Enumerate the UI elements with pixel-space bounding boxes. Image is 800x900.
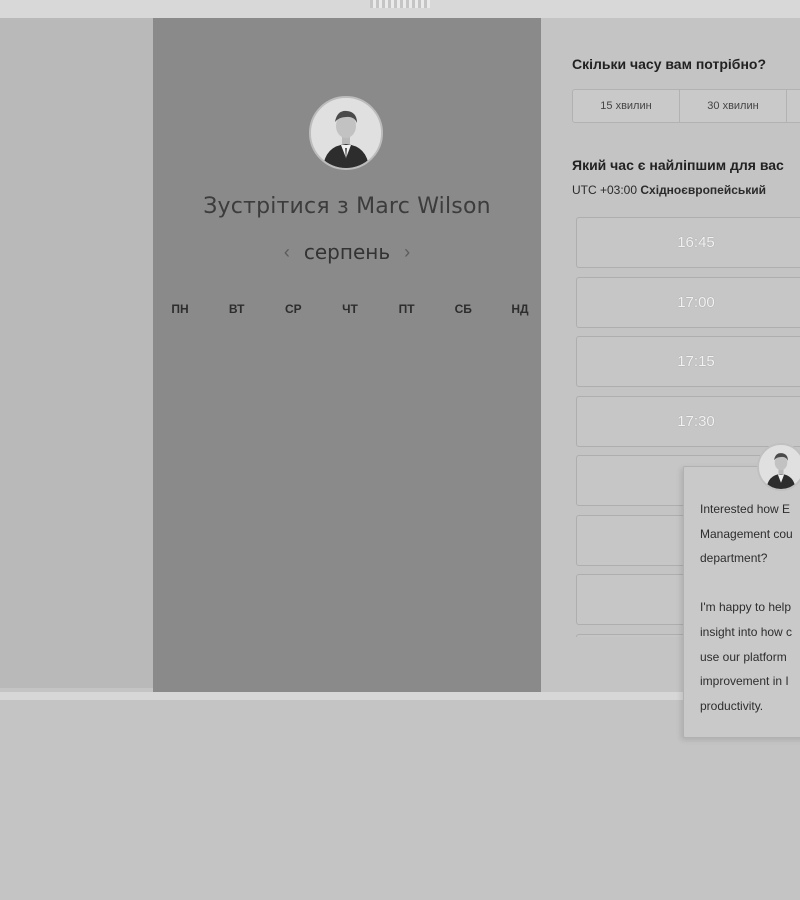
time-question: Який час є найліпшим для вас bbox=[572, 157, 784, 173]
chat-line: use our platform bbox=[700, 649, 787, 664]
host-avatar bbox=[309, 96, 383, 170]
timezone-name: Східноєвропейський bbox=[640, 183, 767, 197]
weekday-sat: СБ bbox=[454, 302, 472, 316]
loading-artifact bbox=[370, 0, 430, 8]
chat-line: Management cou bbox=[700, 526, 793, 541]
duration-question: Скільки часу вам потрібно? bbox=[572, 56, 767, 72]
time-slot[interactable]: 17:00 bbox=[576, 276, 800, 328]
chat-message: Interested how E Management cou departme… bbox=[700, 497, 800, 718]
left-backdrop bbox=[0, 18, 153, 696]
person-photo-icon bbox=[311, 98, 381, 168]
page-divider bbox=[0, 692, 800, 700]
weekday-thu: ЧТ bbox=[342, 302, 358, 316]
duration-option-15[interactable]: 15 хвилин bbox=[573, 90, 680, 122]
timezone-selector[interactable]: UTC +03:00 Східноєвропейський bbox=[572, 183, 766, 197]
time-slot[interactable]: 17:30 bbox=[576, 395, 800, 447]
chat-popup[interactable]: Interested how E Management cou departme… bbox=[683, 466, 800, 738]
duration-selector: 15 хвилин 30 хвилин bbox=[572, 89, 800, 123]
time-slot[interactable]: 16:45 bbox=[576, 217, 800, 268]
duration-option-more[interactable] bbox=[787, 90, 800, 122]
month-navigator: ‹ серпень › bbox=[153, 240, 541, 264]
weekday-tue: ВТ bbox=[228, 302, 245, 316]
chevron-left-icon[interactable]: ‹ bbox=[284, 242, 290, 263]
weekday-fri: ПТ bbox=[398, 302, 415, 316]
weekday-mon: ПН bbox=[171, 302, 189, 316]
chat-line: improvement in I bbox=[700, 674, 789, 689]
chat-line: productivity. bbox=[700, 698, 764, 713]
weekday-header: ПН ВТ СР ЧТ ПТ СБ НД bbox=[165, 302, 535, 316]
chat-line: Interested how E bbox=[700, 502, 791, 516]
calendar-panel: Зустрітися з Marc Wilson ‹ серпень › ПН … bbox=[153, 18, 542, 692]
current-month: серпень bbox=[303, 240, 391, 264]
page-backdrop-top bbox=[0, 0, 800, 18]
time-slot[interactable]: 17:15 bbox=[576, 336, 800, 387]
chat-line: department? bbox=[700, 551, 768, 566]
chat-avatar[interactable] bbox=[757, 443, 800, 491]
person-photo-icon bbox=[759, 445, 800, 489]
chevron-right-icon[interactable]: › bbox=[404, 242, 410, 263]
weekday-wed: СР bbox=[284, 302, 302, 316]
chat-line: I'm happy to help bbox=[700, 600, 792, 615]
meeting-title: Зустрітися з Marc Wilson bbox=[203, 194, 491, 219]
chat-line: insight into how c bbox=[700, 624, 793, 639]
weekday-sun: НД bbox=[511, 302, 529, 316]
timezone-offset: UTC +03:00 bbox=[572, 183, 638, 197]
chat-spacer bbox=[700, 571, 800, 596]
duration-option-30[interactable]: 30 хвилин bbox=[680, 90, 787, 122]
